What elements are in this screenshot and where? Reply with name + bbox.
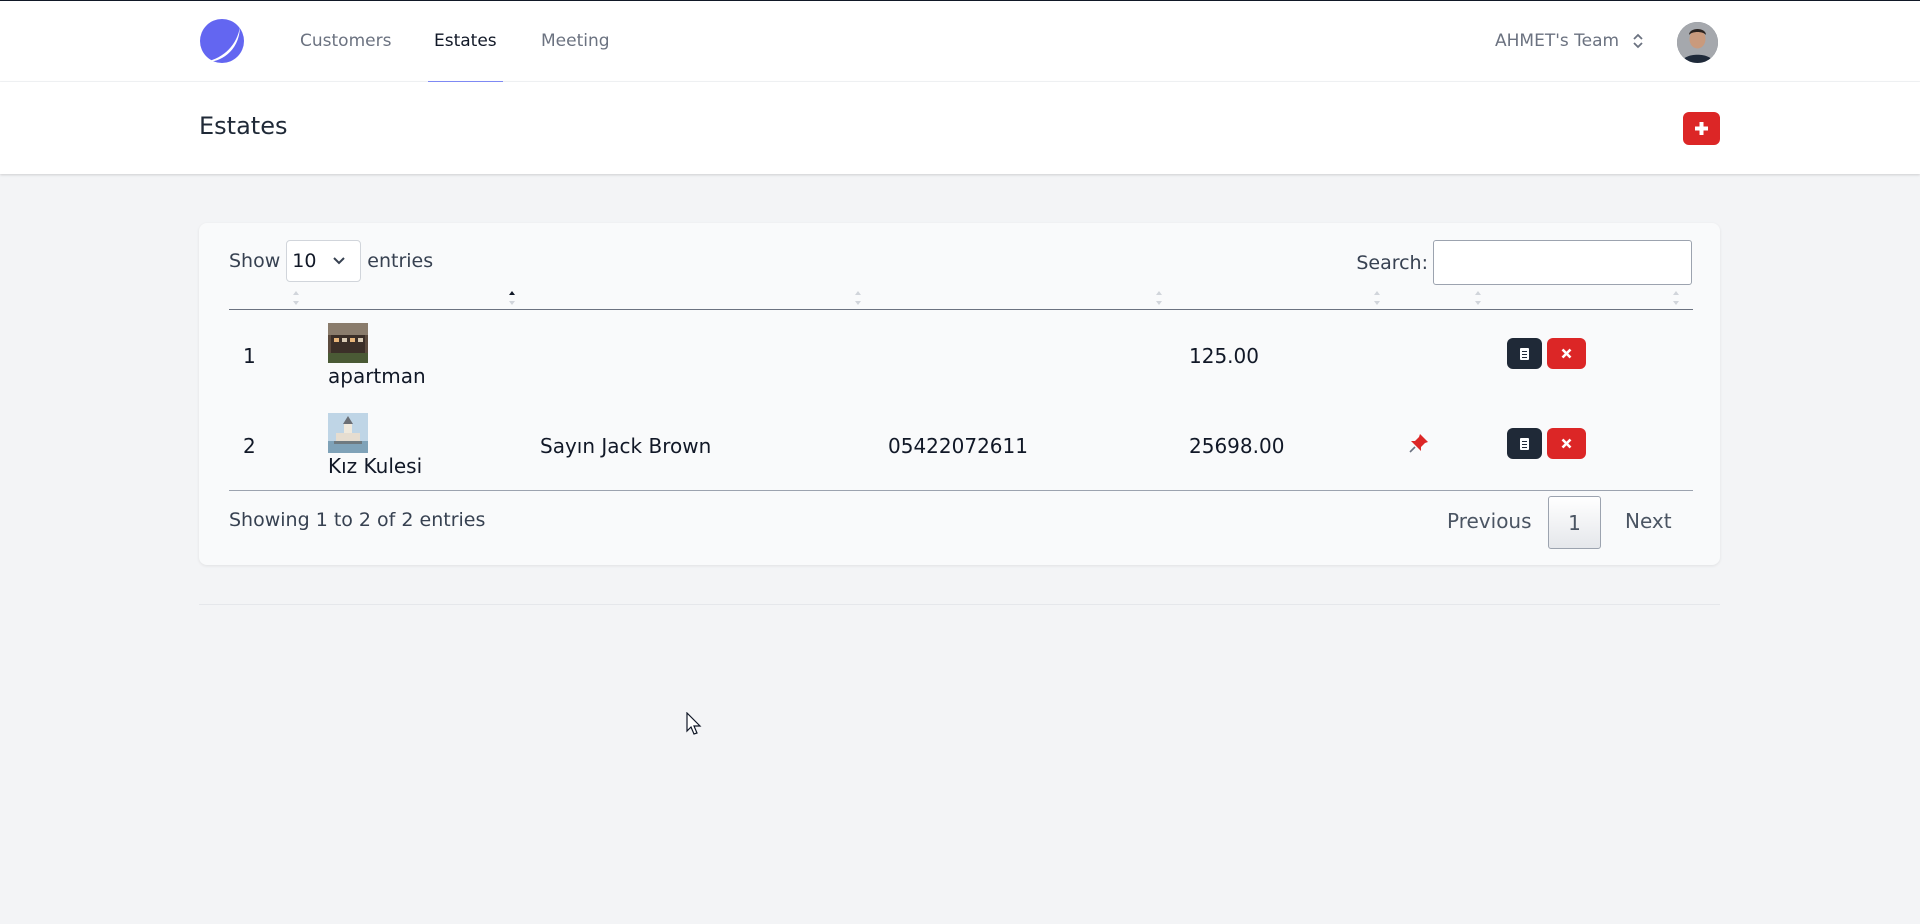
sort-both-icon[interactable] [853,289,863,307]
page-title: Estates [199,112,288,140]
estate-thumbnail[interactable] [328,323,368,363]
pushpin-icon[interactable] [1409,433,1429,458]
row-number: 2 [243,434,256,458]
delete-button[interactable] [1547,428,1586,459]
estate-price: 125.00 [1189,344,1259,368]
estate-owner: Sayın Jack Brown [540,434,712,458]
entries-length-control: Show 10 entries [229,240,433,282]
user-photo-icon [1677,22,1718,63]
sort-ascending-icon[interactable] [507,289,517,307]
table-search: Search: [1356,240,1692,285]
plus-icon [1695,122,1708,135]
sort-both-icon[interactable] [1372,289,1382,307]
close-icon [1561,348,1572,359]
pagination-next[interactable]: Next [1625,509,1672,533]
estates-table-card: Show 10 entries Search: 1 apartman 125.0… [199,223,1720,565]
table-row: 2 Kız Kulesi Sayın Jack Brown 0542207261… [229,405,1693,495]
estate-title: Kız Kulesi [328,454,423,478]
sort-both-icon[interactable] [291,289,301,307]
search-label: Search: [1356,251,1428,274]
estate-title: apartman [328,364,426,388]
estate-price: 25698.00 [1189,434,1285,458]
top-navigation: Customers Estates Meeting AHMET's Team [0,1,1920,83]
apartment-photo-icon [328,323,368,363]
user-avatar[interactable] [1677,22,1718,63]
entries-per-page-select[interactable]: 10 [286,240,362,282]
add-estate-button[interactable] [1683,112,1720,145]
delete-button[interactable] [1547,338,1586,369]
table-header [229,285,1693,310]
view-document-button[interactable] [1507,338,1542,369]
sort-both-icon[interactable] [1671,289,1681,307]
pushpin-icon [1409,434,1428,453]
section-divider [199,604,1720,605]
table-info: Showing 1 to 2 of 2 entries [229,509,486,531]
entries-per-page-value: 10 [292,250,317,272]
table-row: 1 apartman 125.00 [229,315,1693,405]
sort-both-icon[interactable] [1473,289,1483,307]
length-label-suffix: entries [367,250,434,272]
row-number: 1 [243,344,256,368]
estate-thumbnail[interactable] [328,413,368,453]
team-name: AHMET's Team [1495,31,1620,51]
estate-phone: 05422072611 [888,434,1028,458]
pagination-previous[interactable]: Previous [1447,509,1532,533]
document-icon [1520,437,1529,450]
nav-link-customers[interactable]: Customers [300,1,391,82]
document-icon [1520,347,1529,360]
length-label-prefix: Show [229,250,281,272]
tower-photo-icon [328,413,368,453]
pagination-page-1[interactable]: 1 [1548,496,1601,549]
team-switcher[interactable]: AHMET's Team [1495,1,1644,82]
page-header: Estates [0,82,1920,174]
sort-both-icon[interactable] [1154,289,1164,307]
selector-icon [1633,33,1644,49]
nav-link-meeting[interactable]: Meeting [541,1,610,82]
mouse-cursor-icon [686,712,702,735]
chevron-down-icon [333,257,345,265]
close-icon [1561,438,1572,449]
search-input[interactable] [1433,240,1692,285]
table-bottom-border [229,490,1693,491]
nav-link-estates[interactable]: Estates [428,1,503,83]
view-document-button[interactable] [1507,428,1542,459]
app-logo[interactable] [199,18,245,64]
